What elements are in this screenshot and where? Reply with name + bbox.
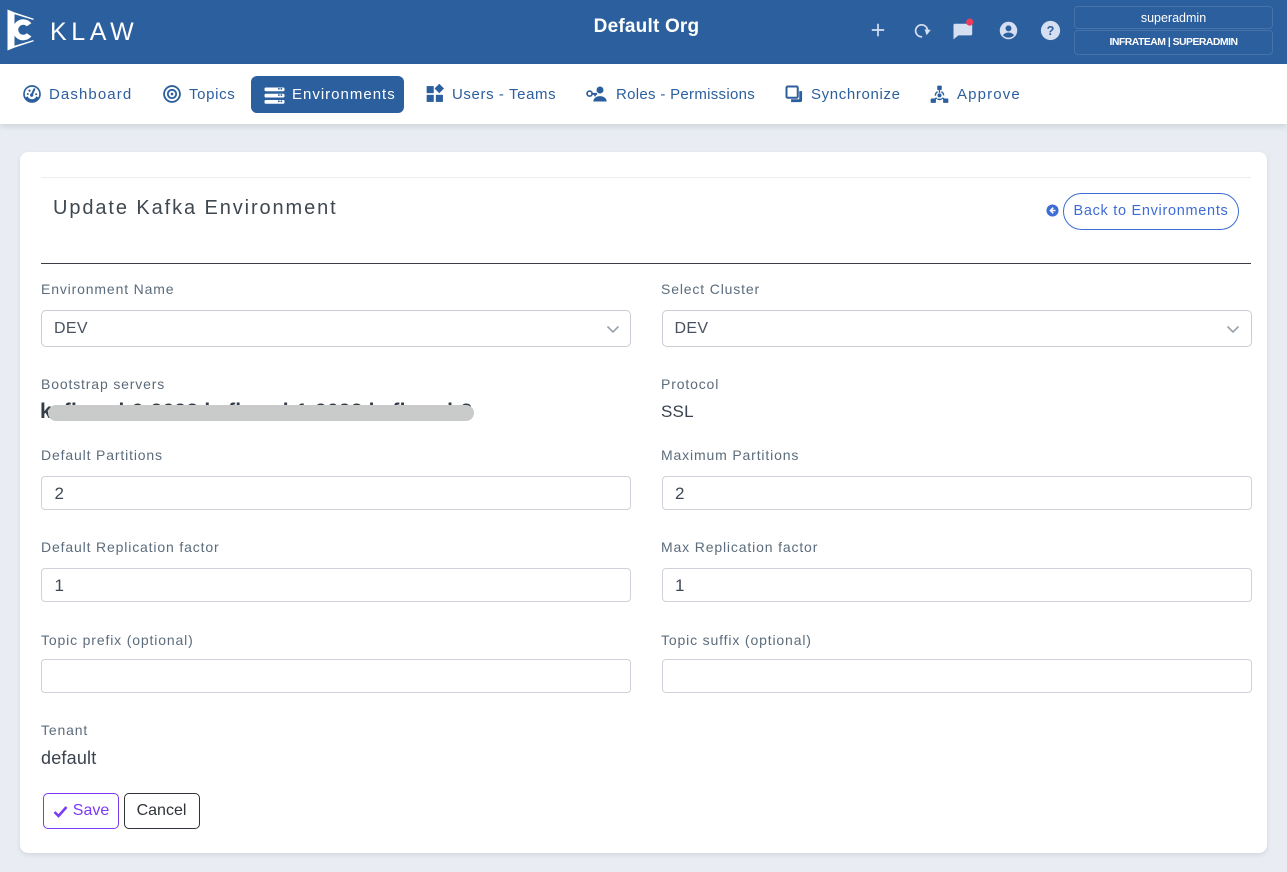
svg-text:?: ? [1046,24,1054,38]
